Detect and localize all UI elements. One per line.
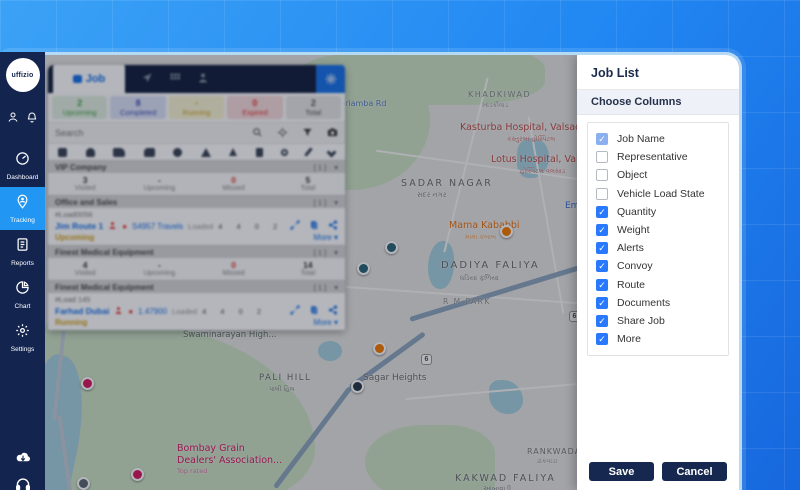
sidebar-item-chart[interactable]: Chart	[0, 273, 45, 316]
column-option-documents[interactable]: ✓Documents	[596, 294, 720, 312]
column-option-vehicle-load-state[interactable]: Vehicle Load State	[596, 185, 720, 203]
sidebar-item-tracking[interactable]: Tracking	[0, 187, 45, 230]
checkbox[interactable]: ✓	[596, 260, 608, 272]
checkbox[interactable]	[596, 188, 608, 200]
column-option-quantity[interactable]: ✓Quantity	[596, 203, 720, 221]
checkbox[interactable]: ✓	[596, 279, 608, 291]
checkbox[interactable]: ✓	[596, 242, 608, 254]
job-list-column-modal: Job List Choose Columns ✓Job Name Repres…	[577, 55, 739, 490]
app-window: Sriamba RdKHADKIWADખાડકીવાડKasturba Hosp…	[0, 52, 742, 490]
checkbox[interactable]: ✓	[596, 297, 608, 309]
checkbox[interactable]: ✓	[596, 333, 608, 345]
tracking-pin-icon	[15, 194, 30, 214]
modal-title: Job List	[577, 55, 739, 90]
checkbox[interactable]	[596, 169, 608, 181]
sidebar-item-label: Dashboard	[7, 174, 39, 181]
pie-chart-icon	[15, 280, 30, 300]
checkbox[interactable]: ✓	[596, 315, 608, 327]
column-option-representative[interactable]: Representative	[596, 148, 720, 166]
dashboard-icon	[15, 151, 30, 171]
sidebar-item-settings[interactable]: Settings	[0, 316, 45, 359]
sidebar: uffizio Dashboard Tracking Reports	[0, 52, 45, 490]
sidebar-item-label: Tracking	[10, 217, 35, 224]
column-option-more[interactable]: ✓More	[596, 330, 720, 348]
logo-text: uffizio	[11, 72, 33, 79]
cloud-download-icon[interactable]	[14, 450, 32, 469]
sidebar-item-reports[interactable]: Reports	[0, 230, 45, 273]
checkbox[interactable]: ✓	[596, 133, 608, 145]
column-option-alerts[interactable]: ✓Alerts	[596, 239, 720, 257]
column-option-weight[interactable]: ✓Weight	[596, 221, 720, 239]
column-checkbox-list: ✓Job Name Representative Object Vehicle …	[587, 122, 729, 356]
headset-support-icon[interactable]	[14, 477, 32, 490]
uffizio-logo: uffizio	[6, 58, 40, 92]
gear-icon	[15, 323, 30, 343]
choose-columns-header: Choose Columns	[577, 90, 739, 115]
profile-icon[interactable]	[7, 110, 19, 128]
column-option-share-job[interactable]: ✓Share Job	[596, 312, 720, 330]
checkbox[interactable]: ✓	[596, 206, 608, 218]
column-option-job-name[interactable]: ✓Job Name	[596, 130, 720, 148]
column-option-object[interactable]: Object	[596, 166, 720, 184]
checkbox[interactable]	[596, 151, 608, 163]
checkbox[interactable]: ✓	[596, 224, 608, 236]
sidebar-item-label: Reports	[11, 260, 34, 267]
sidebar-item-label: Settings	[11, 346, 35, 353]
reports-icon	[15, 237, 30, 257]
notifications-bell-icon[interactable]	[26, 110, 38, 128]
sidebar-item-label: Chart	[15, 303, 31, 310]
column-option-convoy[interactable]: ✓Convoy	[596, 257, 720, 275]
column-option-route[interactable]: ✓Route	[596, 276, 720, 294]
save-button[interactable]: Save	[589, 462, 654, 481]
sidebar-item-dashboard[interactable]: Dashboard	[0, 144, 45, 187]
cancel-button[interactable]: Cancel	[662, 462, 727, 481]
